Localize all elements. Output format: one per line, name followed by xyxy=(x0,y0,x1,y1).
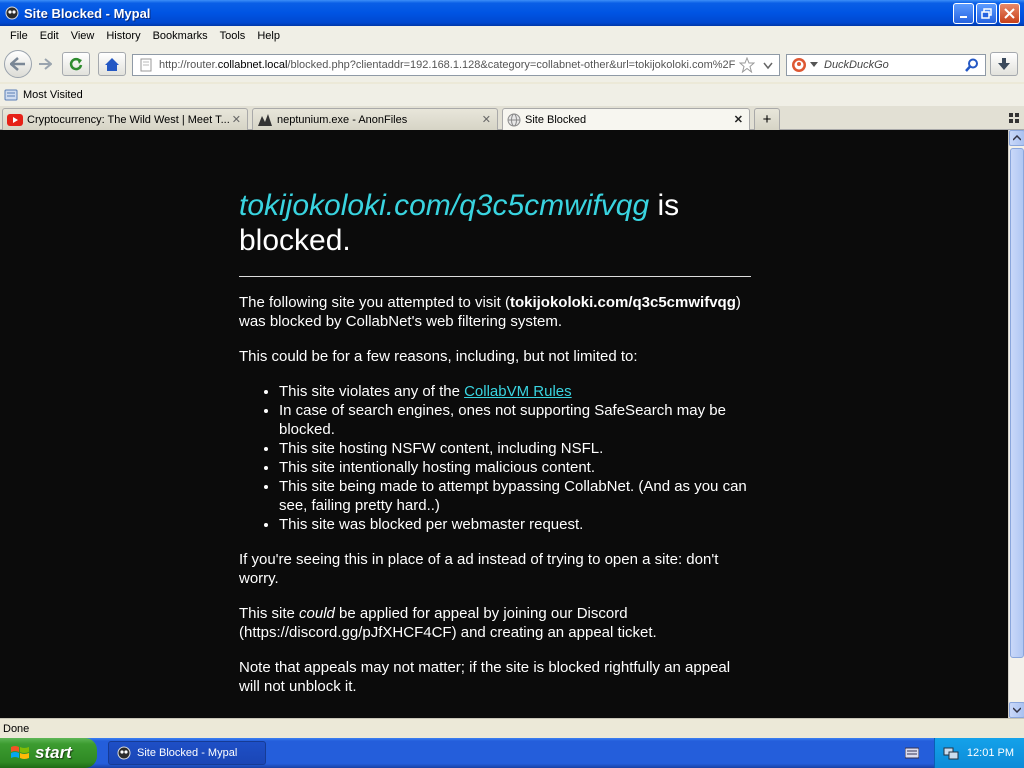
list-item: This site being made to attempt bypassin… xyxy=(279,477,751,515)
list-item: This site was blocked per webmaster requ… xyxy=(279,515,751,534)
menu-bookmarks[interactable]: Bookmarks xyxy=(147,30,214,42)
list-item: This site intentionally hosting maliciou… xyxy=(279,458,751,477)
tab-label: Site Blocked xyxy=(525,114,587,126)
blocked-article: tokijokoloki.com/q3c5cmwifvqg is blocked… xyxy=(239,188,751,712)
menu-file[interactable]: File xyxy=(4,30,34,42)
page-title: tokijokoloki.com/q3c5cmwifvqg is blocked… xyxy=(239,189,680,257)
tab-cryptocurrency[interactable]: Cryptocurrency: The Wild West | Meet T..… xyxy=(2,108,248,130)
divider xyxy=(239,276,751,277)
list-item: This site violates any of the CollabVM R… xyxy=(279,382,751,401)
url-dropdown-icon[interactable] xyxy=(763,62,773,70)
status-text: Done xyxy=(3,722,30,735)
youtube-icon xyxy=(7,113,23,126)
anonfiles-icon xyxy=(258,113,272,126)
close-window-button[interactable] xyxy=(999,3,1020,24)
menu-help[interactable]: Help xyxy=(251,30,286,42)
tab-label: neptunium.exe - AnonFiles xyxy=(277,113,408,126)
tab-close-icon[interactable]: ✕ xyxy=(482,113,491,126)
tab-list-icon[interactable] xyxy=(1008,112,1020,124)
list-item: In case of search engines, ones not supp… xyxy=(279,401,751,439)
engine-dropdown-icon[interactable] xyxy=(810,62,818,68)
chevron-down-icon xyxy=(1013,707,1021,713)
menu-bar: File Edit View History Bookmarks Tools H… xyxy=(0,26,1024,46)
tab-strip: Cryptocurrency: The Wild West | Meet T..… xyxy=(0,106,1024,131)
duckduckgo-icon xyxy=(792,58,806,72)
address-url: http://router.collabnet.local/blocked.ph… xyxy=(159,59,735,71)
forward-button[interactable] xyxy=(34,54,56,74)
minimize-button[interactable] xyxy=(953,3,974,24)
reload-button[interactable] xyxy=(62,52,90,76)
collabvm-rules-link[interactable]: CollabVM Rules xyxy=(464,383,572,400)
mypal-app-icon xyxy=(4,5,20,21)
scroll-up-button[interactable] xyxy=(1009,130,1024,146)
window-title: Site Blocked - Mypal xyxy=(24,5,151,21)
tab-close-icon[interactable]: ✕ xyxy=(734,113,743,126)
close-icon xyxy=(1004,8,1015,19)
start-label: start xyxy=(35,743,72,762)
start-button[interactable]: start xyxy=(0,738,97,768)
taskbar-item-mypal[interactable]: Site Blocked - Mypal xyxy=(108,741,266,765)
appeal-paragraph: This site could be applied for appeal by… xyxy=(239,605,657,641)
intro-paragraph: The following site you attempted to visi… xyxy=(239,294,741,330)
downloads-button[interactable] xyxy=(990,52,1018,76)
new-tab-button[interactable]: + xyxy=(754,108,780,130)
restore-icon xyxy=(981,8,992,19)
keyboard-icon[interactable] xyxy=(905,747,919,759)
scroll-thumb[interactable] xyxy=(1010,148,1024,658)
blocked-site-name: tokijokoloki.com/q3c5cmwifvqg xyxy=(239,189,650,222)
menu-edit[interactable]: Edit xyxy=(34,30,65,42)
reasons-list: This site violates any of the CollabVM R… xyxy=(279,382,751,534)
system-tray: 12:01 PM xyxy=(934,738,1024,768)
window-titlebar: Site Blocked - Mypal xyxy=(0,0,1024,26)
home-button[interactable] xyxy=(98,52,126,76)
search-bar[interactable]: DuckDuckGo xyxy=(786,54,986,76)
tab-label: Cryptocurrency: The Wild West | Meet T..… xyxy=(27,113,230,126)
tab-close-icon[interactable]: ✕ xyxy=(232,113,241,126)
scroll-down-button[interactable] xyxy=(1009,702,1024,718)
navigation-toolbar: http://router.collabnet.local/blocked.ph… xyxy=(0,46,1024,82)
home-icon xyxy=(105,57,119,71)
download-arrow-icon xyxy=(998,58,1010,70)
tab-neptunium[interactable]: neptunium.exe - AnonFiles ✕ xyxy=(252,108,498,130)
network-icon[interactable] xyxy=(943,745,959,761)
restore-button[interactable] xyxy=(976,3,997,24)
tab-site-blocked[interactable]: Site Blocked ✕ xyxy=(502,108,750,131)
back-arrow-icon xyxy=(10,57,25,71)
most-visited-label: Most Visited xyxy=(23,89,83,101)
bookmarks-folder-icon xyxy=(4,89,18,101)
chevron-up-icon xyxy=(1013,135,1021,141)
reload-icon xyxy=(69,57,83,71)
search-placeholder: DuckDuckGo xyxy=(824,59,889,71)
windows-logo-icon xyxy=(11,746,29,759)
search-icon[interactable] xyxy=(965,58,979,72)
page-content: tokijokoloki.com/q3c5cmwifvqg is blocked… xyxy=(0,130,1008,718)
forward-arrow-icon xyxy=(39,58,52,70)
clock: 12:01 PM xyxy=(966,747,1014,759)
back-button[interactable] xyxy=(4,50,32,78)
menu-tools[interactable]: Tools xyxy=(214,30,252,42)
status-bar: Done xyxy=(0,718,1024,738)
globe-icon xyxy=(507,113,521,127)
reasons-intro: This could be for a few reasons, includi… xyxy=(239,348,638,365)
vertical-scrollbar[interactable] xyxy=(1008,130,1024,718)
most-visited-bookmark[interactable]: Most Visited xyxy=(4,88,83,102)
mypal-app-icon xyxy=(117,746,131,760)
taskbar: start Site Blocked - Mypal 12:01 PM xyxy=(0,738,1024,768)
menu-history[interactable]: History xyxy=(100,30,146,42)
bookmarks-toolbar: Most Visited xyxy=(0,84,1024,106)
list-item: This site hosting NSFW content, includin… xyxy=(279,439,751,458)
ad-paragraph: If you're seeing this in place of a ad i… xyxy=(239,551,719,587)
plus-icon: + xyxy=(762,111,772,128)
address-bar[interactable]: http://router.collabnet.local/blocked.ph… xyxy=(132,54,780,76)
star-bookmark-icon[interactable] xyxy=(739,57,755,73)
taskbar-item-label: Site Blocked - Mypal xyxy=(137,747,238,759)
menu-view[interactable]: View xyxy=(65,30,101,42)
minimize-icon xyxy=(959,15,967,18)
page-icon xyxy=(140,58,152,72)
appeal-note-paragraph: Note that appeals may not matter; if the… xyxy=(239,659,731,695)
